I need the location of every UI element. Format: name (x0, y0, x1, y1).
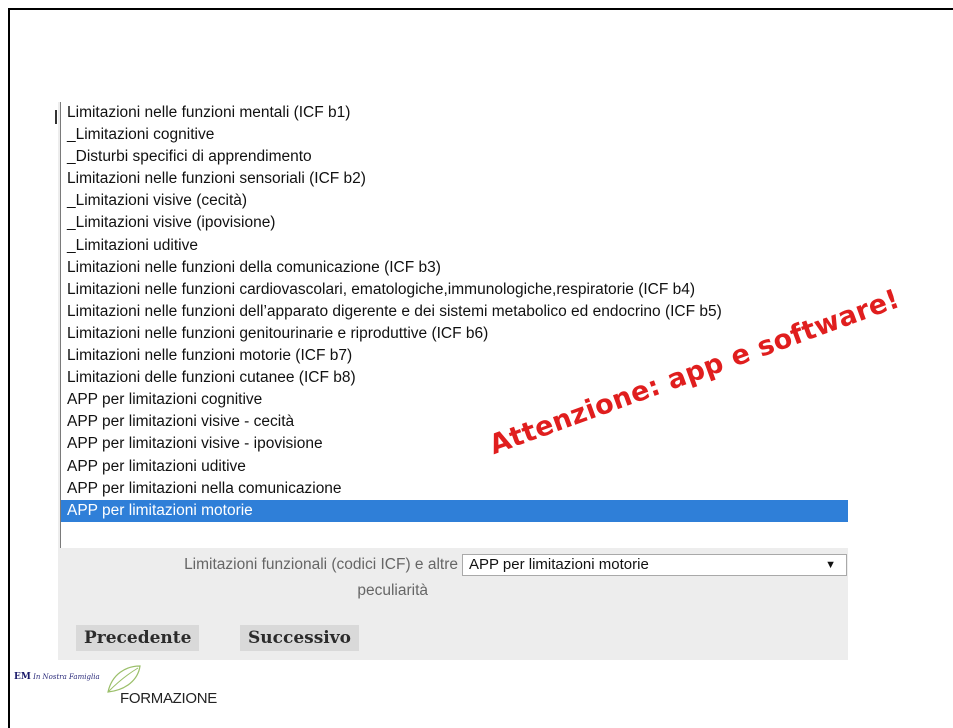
dropdown-option[interactable]: Limitazioni nelle funzioni mentali (ICF … (61, 102, 848, 124)
dropdown-option[interactable]: Limitazioni nelle funzioni cardiovascola… (61, 279, 848, 301)
logo-small-prefix: EM (14, 672, 31, 682)
select-value: APP per limitazioni motorie (469, 556, 649, 573)
dropdown-option[interactable]: _Limitazioni visive (ipovisione) (61, 212, 848, 234)
next-button[interactable]: Successivo (240, 625, 359, 651)
limitazioni-select[interactable]: APP per limitazioni motorie ▼ (462, 554, 847, 576)
logo-small-label: In Nostra Famiglia (33, 673, 100, 681)
dropdown-option[interactable]: APP per limitazioni visive - ipovisione (61, 433, 848, 455)
logo-small-text: EM In Nostra Famiglia (14, 672, 100, 682)
dropdown-option[interactable]: APP per limitazioni uditive (61, 456, 848, 478)
dropdown-option-selected[interactable]: APP per limitazioni motorie (61, 499, 848, 522)
previous-button[interactable]: Precedente (76, 625, 200, 651)
chevron-down-icon: ▼ (825, 559, 836, 571)
dropdown-option[interactable]: Limitazioni nelle funzioni dell’apparato… (61, 301, 848, 323)
form-row: Limitazioni funzionali (codici ICF) e al… (58, 552, 848, 612)
dropdown-option[interactable]: _Limitazioni cognitive (61, 124, 848, 146)
dropdown-option[interactable]: Limitazioni nelle funzioni sensoriali (I… (61, 168, 848, 190)
dropdown-option[interactable]: APP per limitazioni cognitive (61, 389, 848, 411)
dropdown-listbox[interactable]: Limitazioni nelle funzioni mentali (ICF … (55, 102, 848, 548)
dropdown-option[interactable]: APP per limitazioni nella comunicazione (61, 478, 848, 500)
field-label-line2: peculiarità (357, 582, 428, 599)
dropdown-option[interactable]: APP per limitazioni visive - cecità (61, 411, 848, 433)
dropdown-option[interactable]: _Limitazioni uditive (61, 235, 848, 257)
field-label: Limitazioni funzionali (codici ICF) e al… (78, 552, 458, 604)
dropdown-option[interactable]: _Disturbi specifici di apprendimento (61, 146, 848, 168)
dropdown-option[interactable]: Limitazioni nelle funzioni della comunic… (61, 257, 848, 279)
dropdown-option[interactable]: _Limitazioni visive (cecità) (61, 190, 848, 212)
logo-text: FORMAZIONE (120, 690, 217, 707)
field-label-line1: Limitazioni funzionali (codici ICF) e al… (184, 556, 458, 573)
listbox-notch (55, 110, 57, 124)
